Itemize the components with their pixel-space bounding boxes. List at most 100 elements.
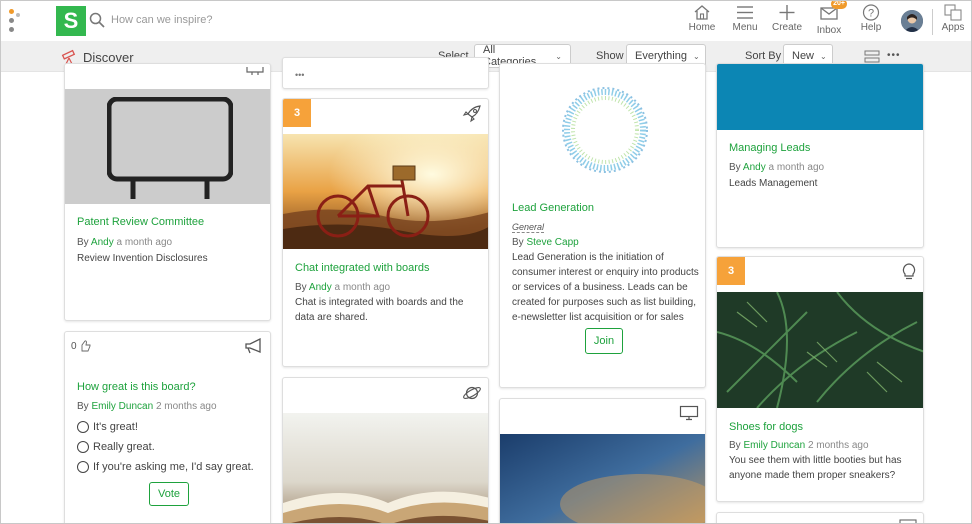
card-sky[interactable] [499,398,706,523]
author-link[interactable]: Andy [91,237,114,248]
card-lead-generation[interactable]: Lead Generation General By Steve Capp Le… [499,63,706,388]
show-value: Everything [635,50,687,62]
chevron-down-icon: ⌄ [692,51,700,61]
radio-icon [77,441,89,453]
poll-option[interactable]: If you're asking me, I'd say great. [77,457,254,477]
card-poll[interactable]: 0 How great is this board? By Emily Dunc… [64,331,271,523]
card-image-teal [717,64,923,130]
top-bar: S Home Menu Create 20+ [1,1,971,41]
nav-apps[interactable]: Apps [933,4,971,36]
brand-logo[interactable]: S [56,6,86,36]
sort-label: Sort By [745,50,782,62]
monitor-icon[interactable] [679,405,699,421]
radio-icon [77,421,89,433]
chevron-down-icon: ⌄ [555,51,562,61]
search-bar [89,12,311,28]
card-image-sky [500,434,705,523]
nav-menu[interactable]: Menu [724,4,766,36]
nav-inbox-label: Inbox [816,25,842,36]
show-label: Show [596,50,624,62]
author-link[interactable]: Andy [743,162,766,173]
truncated-text-icon: ••• [295,70,305,80]
list-view-icon[interactable] [864,50,880,63]
author-link[interactable]: Steve Capp [526,237,578,248]
thumbs-up-icon [81,340,91,352]
card-description: Review Invention Disclosures [77,253,208,264]
card-byline: By Andy a month ago [295,282,391,293]
lightbulb-icon[interactable] [901,263,917,281]
chevron-down-icon: ⌄ [820,51,827,61]
card-chat-integrated[interactable]: 3 Chat integrated with boards By Andy a … [282,98,489,367]
more-options-icon[interactable]: ••• [887,50,901,61]
search-input[interactable] [111,14,311,26]
card-image-ferns [717,292,923,408]
nav-create[interactable]: Create [766,4,808,36]
hamburger-icon [737,6,753,19]
card-title[interactable]: Patent Review Committee [77,216,204,228]
svg-text:?: ? [868,8,874,20]
author-link[interactable]: Emily Duncan [743,440,805,451]
sort-value: New [792,50,815,62]
planet-icon[interactable] [462,384,482,402]
nav-help-label: Help [860,22,882,33]
app-menu-dots-icon[interactable] [9,9,21,33]
card-description: Chat is integrated with boards and the d… [295,297,464,323]
top-nav: Home Menu Create 20+ Inbox ? Help Apps [680,1,971,36]
nav-avatar[interactable] [892,4,932,36]
card-shoes-for-dogs[interactable]: 3 Shoes for dogs By Emily Duncan 2 month… [716,256,924,502]
card-title[interactable]: Lead Generation [512,202,594,214]
billboard-icon[interactable] [246,66,264,76]
nav-home[interactable]: Home [680,4,724,36]
card-partial-bottom[interactable] [716,512,924,524]
nav-apps-label: Apps [941,22,965,33]
app-frame: S Home Menu Create 20+ [0,0,972,524]
card-byline: By Emily Duncan 2 months ago [77,401,217,412]
avatar[interactable] [901,10,923,32]
card-title[interactable]: Chat integrated with boards [295,262,430,274]
card-byline: By Steve Capp [512,237,579,248]
card-book[interactable] [282,377,489,523]
search-icon[interactable] [89,12,105,28]
card-patent-review[interactable]: Patent Review Committee By Andy a month … [64,63,271,321]
card-partial-top[interactable]: ••• [282,57,489,89]
card-title[interactable]: Shoes for dogs [729,421,803,433]
poll-options: It's great! Really great. If you're aski… [77,417,254,477]
billboard-icon [107,97,233,199]
nav-inbox[interactable]: 20+ Inbox [808,1,850,36]
card-description: Leads Management [729,178,818,189]
card-image-billboard [65,89,270,204]
nav-create-label: Create [771,22,802,33]
join-button[interactable]: Join [585,328,623,354]
card-image-bicycle [283,134,488,249]
card-description: Lead Generation is the initiation of con… [512,252,699,323]
card-number-badge: 3 [283,99,311,127]
megaphone-icon[interactable] [244,338,264,354]
home-icon [694,5,710,20]
nav-home-label: Home [688,22,716,33]
card-managing-leads[interactable]: Managing Leads By Andy a month ago Leads… [716,63,924,248]
poll-option[interactable]: Really great. [77,437,254,457]
vote-button[interactable]: Vote [149,482,189,506]
author-link[interactable]: Emily Duncan [91,401,153,412]
card-title[interactable]: Managing Leads [729,142,810,154]
rocket-icon[interactable] [462,105,482,123]
inbox-badge: 20+ [831,0,847,9]
like-count[interactable]: 0 [71,340,91,352]
card-number-badge: 3 [717,257,745,285]
apps-icon [944,4,962,21]
card-image-book [283,413,488,523]
card-category[interactable]: General [512,222,545,233]
card-image-ring [555,80,655,180]
card-description: You see them with little booties but has… [729,455,902,481]
author-link[interactable]: Andy [309,282,332,293]
card-title[interactable]: How great is this board? [77,381,196,393]
poll-option[interactable]: It's great! [77,417,254,437]
radio-icon [77,461,89,473]
plus-icon [779,5,795,20]
nav-menu-label: Menu [732,22,758,33]
help-icon: ? [862,4,880,21]
billboard-icon[interactable] [899,519,917,524]
card-byline: By Andy a month ago [77,237,173,248]
nav-help[interactable]: ? Help [850,4,892,36]
card-byline: By Andy a month ago [729,162,825,173]
